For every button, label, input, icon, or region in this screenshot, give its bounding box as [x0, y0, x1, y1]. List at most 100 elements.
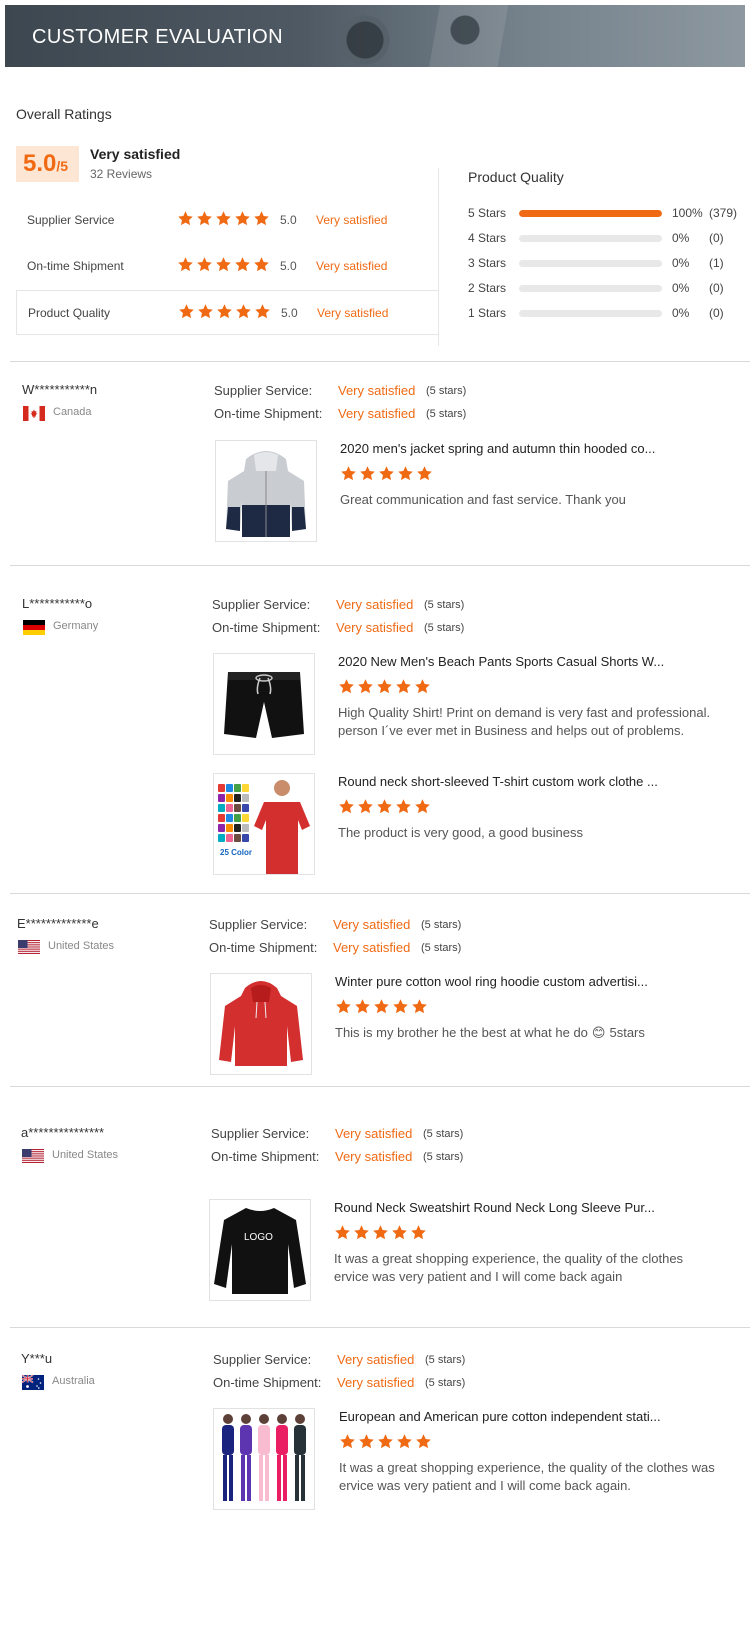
- color-count-label: 25 Color: [220, 848, 253, 857]
- product-title[interactable]: Winter pure cotton wool ring hoodie cust…: [335, 974, 648, 989]
- product-title[interactable]: European and American pure cotton indepe…: [339, 1409, 661, 1424]
- star-icon: [335, 998, 352, 1015]
- star-icon: [415, 1433, 432, 1450]
- star-icon: [334, 1224, 351, 1241]
- star-icon: [215, 210, 232, 227]
- supplier-service-verdict: Very satisfied: [337, 1352, 415, 1367]
- review-comment: High Quality Shirt! Print on demand is v…: [338, 704, 746, 740]
- star-icon: [358, 1433, 375, 1450]
- comment-text-line2: person I´ve ever met in Business and hel…: [338, 723, 685, 738]
- quality-distribution-row: 5 Stars 100% (379): [468, 205, 748, 221]
- product-rating-stars: [338, 678, 433, 700]
- distribution-percent: 100%: [672, 206, 703, 220]
- star-icon: [216, 303, 233, 320]
- section-divider: [10, 893, 750, 894]
- hoodie-thumbnail[interactable]: [210, 973, 312, 1075]
- rating-verdict: Very satisfied: [317, 306, 389, 320]
- jacket-thumbnail[interactable]: [215, 440, 317, 542]
- distribution-count: (0): [709, 281, 724, 295]
- on-time-shipment-label: On-time Shipment:: [213, 1375, 322, 1390]
- star-icon: [397, 465, 414, 482]
- distribution-bar: [519, 235, 662, 242]
- product-title[interactable]: 2020 men's jacket spring and autumn thin…: [340, 441, 655, 456]
- reviewer-name: a***************: [21, 1125, 105, 1140]
- product-title[interactable]: Round neck short-sleeved T-shirt custom …: [338, 774, 658, 789]
- star-icon: [177, 210, 194, 227]
- supplier-service-label: Supplier Service:: [213, 1352, 312, 1367]
- shorts-thumbnail[interactable]: [213, 653, 315, 755]
- supplier-service-verdict: Very satisfied: [333, 917, 411, 932]
- star-icon: [376, 678, 393, 695]
- star-icon: [354, 998, 371, 1015]
- page-title: CUSTOMER EVALUATION: [32, 26, 283, 48]
- rating-label: Product Quality: [28, 306, 111, 320]
- quality-distribution-row: 3 Stars 0% (1): [468, 255, 748, 271]
- star-icon: [373, 998, 390, 1015]
- on-time-shipment-stars: (5 stars): [425, 1377, 466, 1389]
- supplier-service-label: Supplier Service:: [212, 597, 311, 612]
- supplier-service-verdict: Very satisfied: [336, 597, 414, 612]
- star-icon: [372, 1224, 389, 1241]
- star-icon: [254, 303, 271, 320]
- germany-flag: [23, 620, 45, 635]
- star-icon: [391, 1224, 408, 1241]
- on-time-shipment-stars: (5 stars): [423, 1151, 464, 1163]
- distribution-bar: [519, 210, 662, 217]
- star-icon: [396, 1433, 413, 1450]
- distribution-percent: 0%: [672, 231, 690, 245]
- comment-text: The product is very good, a good busines…: [338, 825, 583, 840]
- review-item: Y***u Australia Supplier Service: Very sati…: [0, 1331, 750, 1591]
- distribution-bar: [519, 310, 662, 317]
- rating-stars: [178, 303, 273, 325]
- star-icon: [338, 678, 355, 695]
- star-icon: [410, 1224, 427, 1241]
- overall-score-badge: 5.0/5: [16, 146, 79, 182]
- on-time-shipment-label: On-time Shipment:: [209, 940, 318, 955]
- rating-label: On-time Shipment: [27, 259, 124, 273]
- rating-stars: [177, 256, 272, 278]
- supplier-service-stars: (5 stars): [423, 1128, 464, 1140]
- star-icon: [378, 465, 395, 482]
- tshirt-thumbnail[interactable]: 25 Color: [213, 773, 315, 875]
- star-icon: [253, 210, 270, 227]
- reviewer-name: Y***u: [21, 1351, 53, 1366]
- star-icon: [357, 678, 374, 695]
- review-comment: This is my brother he the best at what h…: [335, 1024, 746, 1042]
- star-icon: [235, 303, 252, 320]
- review-comment: It was a great shopping experience, the …: [339, 1459, 746, 1495]
- star-icon: [338, 798, 355, 815]
- distribution-bar: [519, 260, 662, 267]
- star-icon: [414, 678, 431, 695]
- sweatshirt-thumbnail[interactable]: LOGO: [209, 1199, 311, 1301]
- product-title[interactable]: Round Neck Sweatshirt Round Neck Long Sl…: [334, 1200, 655, 1215]
- on-time-shipment-verdict: Very satisfied: [335, 1149, 413, 1164]
- reviewer-name: E*************e: [17, 916, 99, 931]
- rating-row: On-time Shipment 5.0 Very satisfied: [16, 244, 439, 289]
- reviewer-country: Australia: [52, 1375, 95, 1387]
- rating-value: 5.0: [280, 259, 297, 273]
- review-item: L***********o Germany Supplier Service: Ver…: [0, 576, 750, 875]
- reviewer-country: Canada: [53, 406, 92, 418]
- rating-verdict: Very satisfied: [316, 259, 388, 273]
- us-flag: [22, 1149, 44, 1164]
- star-icon: [411, 998, 428, 1015]
- rating-row: Supplier Service 5.0 Very satisfied: [16, 198, 439, 243]
- distribution-count: (1): [709, 256, 724, 270]
- reviewer-country: United States: [52, 1149, 119, 1161]
- us-flag: [18, 940, 40, 955]
- distribution-count: (0): [709, 306, 724, 320]
- australia-flag: [22, 1375, 44, 1390]
- comment-tail: 5stars: [609, 1025, 645, 1040]
- supplier-service-label: Supplier Service:: [211, 1126, 310, 1141]
- rating-verdict: Very satisfied: [316, 213, 388, 227]
- distribution-bar: [519, 285, 662, 292]
- jumpsuits-thumbnail[interactable]: [213, 1408, 315, 1510]
- banner-machine-image: [305, 5, 745, 67]
- distribution-count: (379): [709, 206, 738, 220]
- star-icon: [353, 1224, 370, 1241]
- product-title[interactable]: 2020 New Men's Beach Pants Sports Casual…: [338, 654, 664, 669]
- supplier-service-label: Supplier Service:: [214, 383, 313, 398]
- star-icon: [357, 798, 374, 815]
- on-time-shipment-verdict: Very satisfied: [336, 620, 414, 635]
- reviewer-country: United States: [48, 940, 115, 952]
